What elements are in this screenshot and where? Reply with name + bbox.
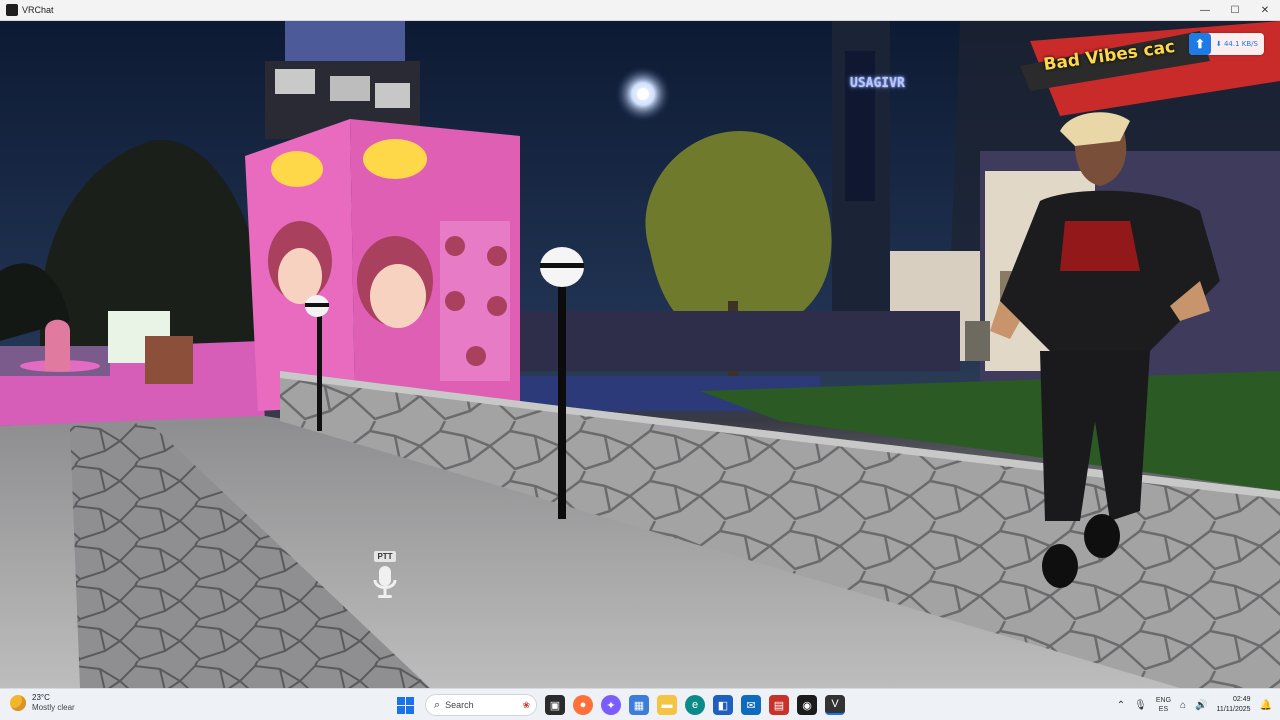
taskbar-apps: ⌕ Search ❀ ▣ ● ✦ ▦ ▬ e ◧ ✉ ▤ ◉ V [393,692,845,718]
outlook-icon[interactable]: ✉ [741,695,761,715]
clock-date: 11/11/2025 [1216,706,1251,713]
photos-icon[interactable]: ▦ [629,695,649,715]
game-viewport[interactable]: ⬆ ⬇ 44.1 KB/S Bad Vibes cac USAGIVR PTT [0,21,1280,688]
vrchat-taskbar-icon[interactable]: V [825,695,845,715]
minimize-button[interactable]: — [1190,0,1220,21]
copilot-icon[interactable]: ✦ [601,695,621,715]
volume-icon[interactable]: 🔊 [1195,700,1207,711]
search-highlight-icon: ❀ [522,699,530,710]
system-tray: ⌃ 🎙 ENG ES ⌂ 🔊 02:49 11/11/2025 🔔 [1117,692,1272,718]
window-titlebar: VRChat — ☐ ✕ [0,0,1280,21]
weather-condition: Mostly clear [32,703,75,712]
overlay-app-icon: ⬆ [1188,33,1211,55]
store-icon[interactable]: ◧ [713,695,733,715]
vrchat-app-icon [6,4,18,16]
app-red-icon[interactable]: ▤ [769,695,789,715]
search-placeholder: Search [445,700,474,710]
network-icon[interactable]: ⌂ [1180,700,1186,711]
keyboard-layout: ES [1158,706,1169,713]
show-hidden-icons-chevron-icon[interactable]: ⌃ [1117,700,1125,711]
start-button[interactable] [393,693,417,717]
weather-temperature: 23°C [32,693,50,702]
network-download-badge: ⬆ ⬇ 44.1 KB/S [1188,33,1264,55]
language-indicator[interactable]: ENG ES [1156,696,1171,714]
app-dark-icon[interactable]: ◉ [797,695,817,715]
microphone-tray-icon[interactable]: 🎙 [1134,700,1147,711]
game-scene [0,21,1280,688]
task-view-icon[interactable]: ▣ [545,695,565,715]
window-controls: — ☐ ✕ [1190,0,1280,21]
clock-time: 02:49 [1233,696,1251,703]
clock[interactable]: 02:49 11/11/2025 [1217,695,1251,715]
ptt-label: PTT [374,551,396,562]
maximize-button[interactable]: ☐ [1220,0,1250,21]
push-to-talk-indicator: PTT [368,551,402,600]
taskbar-search[interactable]: ⌕ Search ❀ [425,694,537,716]
weather-widget[interactable]: 23°C Mostly clear [10,693,75,713]
window-title: VRChat [22,5,54,15]
notifications-bell-icon[interactable]: 🔔 [1260,700,1272,711]
search-icon: ⌕ [434,698,441,711]
neon-tower-sign: USAGIVR [850,76,905,92]
download-rate: ⬇ 44.1 KB/S [1215,40,1258,48]
close-button[interactable]: ✕ [1250,0,1280,21]
edge-icon[interactable]: e [685,695,705,715]
windows-taskbar: 23°C Mostly clear ⌕ Search ❀ ▣ ● ✦ ▦ ▬ e… [0,688,1280,720]
weather-moon-icon [10,695,26,711]
microphone-icon [373,566,397,598]
language-code: ENG [1155,697,1172,704]
file-explorer-icon[interactable]: ▬ [657,695,677,715]
firefox-icon[interactable]: ● [573,695,593,715]
